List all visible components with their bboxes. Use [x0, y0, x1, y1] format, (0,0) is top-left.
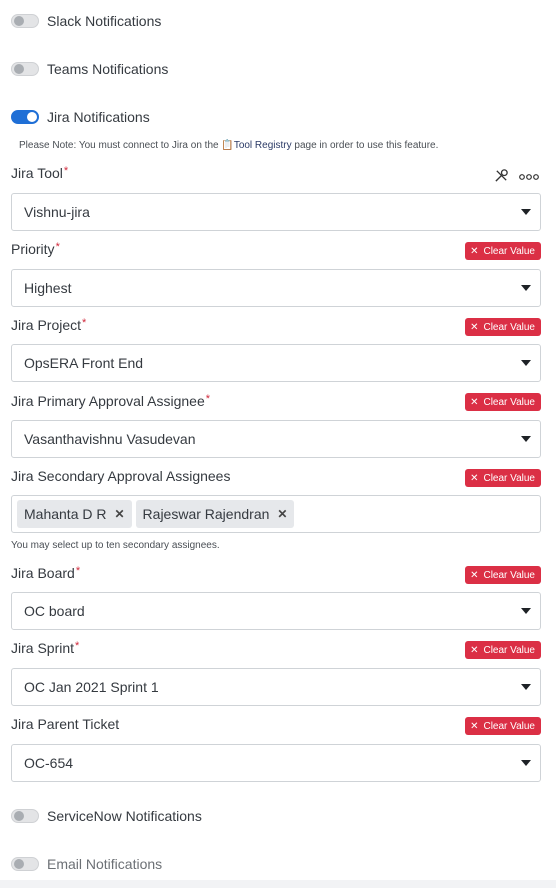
- teams-toggle-label: Teams Notifications: [47, 61, 169, 77]
- parent-ticket-select[interactable]: OC-654: [11, 744, 541, 782]
- required-asterisk: *: [75, 565, 81, 577]
- slack-toggle-switch[interactable]: [11, 14, 39, 28]
- assignee-chip: Mahanta D R ✕: [17, 500, 132, 528]
- primary-assignee-clear-button[interactable]: ✕ Clear Value: [465, 393, 541, 411]
- required-asterisk: *: [55, 241, 60, 253]
- servicenow-toggle-switch[interactable]: [11, 809, 39, 823]
- caret-down-icon: [521, 360, 531, 366]
- x-icon: ✕: [470, 644, 479, 656]
- note-suffix: page in order to use this feature.: [294, 140, 439, 151]
- caret-down-icon: [521, 760, 531, 766]
- jira-board-label: Jira Board*: [11, 565, 81, 581]
- jira-tool-select[interactable]: Vishnu-jira: [11, 193, 541, 231]
- caret-down-icon: [521, 684, 531, 690]
- parent-ticket-clear-button[interactable]: ✕ Clear Value: [465, 717, 541, 735]
- caret-down-icon: [521, 209, 531, 215]
- priority-label: Priority*: [11, 241, 60, 257]
- parent-ticket-label: Jira Parent Ticket: [11, 716, 120, 732]
- secondary-assignees-multiselect[interactable]: Mahanta D R ✕ Rajeswar Rajendran ✕: [11, 495, 541, 533]
- slack-toggle-label: Slack Notifications: [47, 13, 162, 29]
- parent-ticket-value: OC-654: [24, 755, 74, 771]
- jira-toggle-label: Jira Notifications: [47, 109, 150, 125]
- servicenow-notifications-toggle-row[interactable]: ServiceNow Notifications: [11, 808, 202, 824]
- jira-project-label: Jira Project*: [11, 317, 87, 333]
- x-icon[interactable]: ✕: [277, 507, 287, 521]
- jira-tool-actions: [494, 168, 539, 186]
- priority-clear-button[interactable]: ✕ Clear Value: [465, 242, 541, 260]
- board-clear-button[interactable]: ✕ Clear Value: [465, 566, 541, 584]
- slack-notifications-toggle-row[interactable]: Slack Notifications: [11, 13, 161, 29]
- jira-notifications-toggle-row[interactable]: Jira Notifications: [11, 109, 150, 125]
- email-notifications-toggle-row[interactable]: Email Notifications: [11, 856, 162, 872]
- primary-assignee-value: Vasanthavishnu Vasudevan: [24, 431, 196, 447]
- assignee-chip: Rajeswar Rajendran ✕: [135, 500, 295, 528]
- primary-assignee-select[interactable]: Vasanthavishnu Vasudevan: [11, 420, 541, 458]
- jira-tool-label: Jira Tool*: [11, 165, 69, 181]
- priority-select[interactable]: Highest: [11, 269, 541, 307]
- jira-sprint-value: OC Jan 2021 Sprint 1: [24, 679, 159, 695]
- project-clear-button[interactable]: ✕ Clear Value: [465, 318, 541, 336]
- email-toggle-switch[interactable]: [11, 857, 39, 871]
- secondary-assignees-label: Jira Secondary Approval Assignees: [11, 468, 231, 484]
- required-asterisk: *: [75, 640, 80, 652]
- jira-sprint-label: Jira Sprint*: [11, 640, 80, 656]
- teams-toggle-switch[interactable]: [11, 62, 39, 76]
- jira-board-value: OC board: [24, 603, 85, 619]
- priority-value: Highest: [24, 280, 72, 296]
- wrench-screwdriver-icon[interactable]: [494, 168, 509, 186]
- teams-notifications-toggle-row[interactable]: Teams Notifications: [11, 61, 168, 77]
- primary-assignee-label: Jira Primary Approval Assignee*: [11, 393, 211, 409]
- ellipsis-icon[interactable]: [519, 170, 539, 184]
- email-toggle-label: Email Notifications: [47, 856, 163, 872]
- jira-project-value: OpsERA Front End: [24, 355, 144, 371]
- servicenow-toggle-label: ServiceNow Notifications: [47, 808, 202, 824]
- caret-down-icon: [521, 285, 531, 291]
- required-asterisk: *: [82, 317, 87, 329]
- note-prefix: Please Note: You must connect to Jira on…: [19, 140, 219, 151]
- jira-project-select[interactable]: OpsERA Front End: [11, 344, 541, 382]
- caret-down-icon: [521, 608, 531, 614]
- x-icon: ✕: [470, 569, 479, 581]
- jira-toggle-switch[interactable]: [11, 110, 39, 124]
- jira-sprint-select[interactable]: OC Jan 2021 Sprint 1: [11, 668, 541, 706]
- required-asterisk: *: [63, 165, 69, 177]
- jira-tool-value: Vishnu-jira: [24, 204, 90, 220]
- required-asterisk: *: [205, 393, 211, 405]
- clipboard-icon: 📋: [221, 140, 234, 151]
- jira-connection-note: Please Note: You must connect to Jira on…: [19, 140, 438, 151]
- x-icon: ✕: [470, 720, 479, 732]
- sprint-clear-button[interactable]: ✕ Clear Value: [465, 641, 541, 659]
- caret-down-icon: [521, 436, 531, 442]
- x-icon: ✕: [470, 245, 479, 257]
- secondary-assignees-help: You may select up to ten secondary assig…: [11, 540, 220, 551]
- x-icon: ✕: [470, 472, 479, 484]
- x-icon: ✕: [470, 396, 479, 408]
- x-icon: ✕: [470, 321, 479, 333]
- x-icon[interactable]: ✕: [114, 507, 124, 521]
- tool-registry-link[interactable]: Tool Registry: [234, 140, 292, 151]
- bottom-divider: [0, 880, 556, 888]
- jira-board-select[interactable]: OC board: [11, 592, 541, 630]
- secondary-assignees-clear-button[interactable]: ✕ Clear Value: [465, 469, 541, 487]
